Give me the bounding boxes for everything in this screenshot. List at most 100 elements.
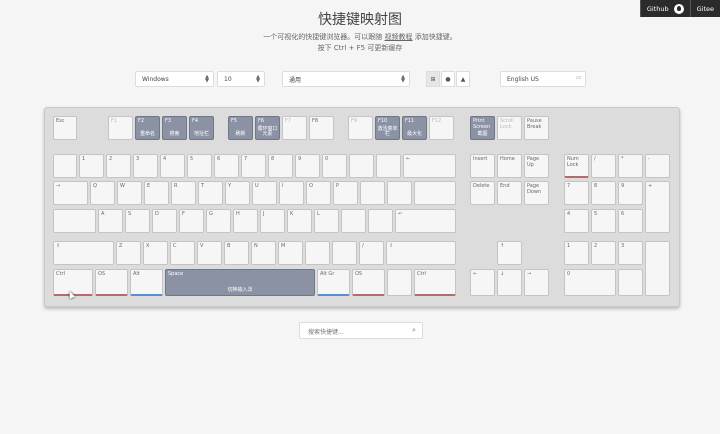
key[interactable]: Alt Gr [317, 269, 350, 296]
key[interactable]: N [251, 241, 276, 265]
linux-icon[interactable]: ▲ [456, 71, 470, 87]
key[interactable]: E [144, 181, 169, 205]
key[interactable]: ↵ [395, 209, 456, 233]
windows-icon[interactable]: ⊞ [426, 71, 440, 87]
key[interactable]: S [125, 209, 150, 233]
key[interactable]: 4 [160, 154, 185, 178]
key[interactable]: T [198, 181, 223, 205]
key[interactable]: 7 [241, 154, 266, 178]
key[interactable]: Z [116, 241, 141, 265]
key[interactable]: 3 [133, 154, 158, 178]
key[interactable]: ↑ [497, 241, 522, 265]
key[interactable]: OS [95, 269, 128, 296]
key[interactable]: 9 [295, 154, 320, 178]
key[interactable]: V [197, 241, 222, 265]
key[interactable]: → [53, 181, 88, 205]
key[interactable]: F3 搜索 [162, 116, 187, 140]
key[interactable] [387, 269, 412, 296]
key[interactable]: 7 [564, 181, 589, 205]
key[interactable]: A [98, 209, 123, 233]
key[interactable]: Pause Break [524, 116, 549, 140]
key[interactable]: F11 最大化 [402, 116, 427, 140]
key[interactable] [618, 269, 643, 296]
apple-icon[interactable]: ● [441, 71, 455, 87]
key[interactable]: Y [225, 181, 250, 205]
key[interactable]: H [233, 209, 258, 233]
key[interactable]: Home [497, 154, 522, 178]
key[interactable]: F12 [429, 116, 454, 140]
key[interactable]: Num Lock [564, 154, 589, 178]
key[interactable]: F6 循环窗口元素 [255, 116, 280, 140]
key[interactable]: End [497, 181, 522, 205]
key[interactable]: / [359, 241, 384, 265]
key[interactable] [360, 181, 385, 205]
key[interactable]: B [224, 241, 249, 265]
key[interactable]: G [206, 209, 231, 233]
key[interactable]: * [618, 154, 643, 178]
key[interactable]: W [117, 181, 142, 205]
key[interactable]: 5 [591, 209, 616, 233]
search-input[interactable]: 搜索快捷键... ⌕ [299, 322, 423, 339]
key[interactable]: 6 [214, 154, 239, 178]
key[interactable]: Space 切换输入法 [165, 269, 315, 296]
key[interactable]: Q [90, 181, 115, 205]
key[interactable] [414, 181, 456, 205]
key[interactable]: X [143, 241, 168, 265]
key[interactable]: D [152, 209, 177, 233]
key[interactable]: K [287, 209, 312, 233]
key[interactable]: OS [352, 269, 385, 296]
key[interactable]: Print Screen 截图 [470, 116, 495, 140]
key[interactable]: 2 [106, 154, 131, 178]
key[interactable]: C [170, 241, 195, 265]
key[interactable]: F5 刷新 [228, 116, 253, 140]
key[interactable]: Insert [470, 154, 495, 178]
key[interactable]: F2 重命名 [135, 116, 160, 140]
key[interactable]: F [179, 209, 204, 233]
key[interactable] [53, 209, 96, 233]
key[interactable]: → [524, 269, 549, 296]
key[interactable]: F10 激活菜单栏 [375, 116, 400, 140]
keyboard-layout-select[interactable]: English US ▭ [500, 71, 586, 87]
key[interactable]: + [645, 181, 670, 233]
version-select[interactable]: 10 ▲ ▼ [217, 71, 265, 87]
key[interactable]: I [279, 181, 304, 205]
key[interactable] [645, 241, 670, 296]
key[interactable]: Scroll Lock [497, 116, 522, 140]
key[interactable] [387, 181, 412, 205]
key[interactable]: F7 [282, 116, 307, 140]
key[interactable]: 1 [564, 241, 589, 265]
key[interactable]: 4 [564, 209, 589, 233]
tutorial-link[interactable]: 视频教程 [385, 33, 413, 41]
key[interactable]: F4 地址栏 [189, 116, 214, 140]
key[interactable]: ↓ [497, 269, 522, 296]
key[interactable]: U [252, 181, 277, 205]
key[interactable]: - [645, 154, 670, 178]
key[interactable]: 8 [268, 154, 293, 178]
key[interactable]: 1 [79, 154, 104, 178]
os-select[interactable]: Windows ▲ ▼ [135, 71, 214, 87]
key[interactable] [341, 209, 366, 233]
key[interactable]: 5 [187, 154, 212, 178]
key[interactable]: 2 [591, 241, 616, 265]
key[interactable]: 8 [591, 181, 616, 205]
key[interactable]: F9 [348, 116, 373, 140]
key[interactable] [349, 154, 374, 178]
key[interactable]: P [333, 181, 358, 205]
key[interactable]: 3 [618, 241, 643, 265]
key[interactable]: ⇧ [53, 241, 114, 265]
key[interactable]: 6 [618, 209, 643, 233]
key[interactable] [332, 241, 357, 265]
key[interactable]: Alt [130, 269, 163, 296]
key[interactable]: Esc [53, 116, 77, 140]
key[interactable]: 9 [618, 181, 643, 205]
key[interactable]: ⇧ [386, 241, 456, 265]
key[interactable]: L [314, 209, 339, 233]
key[interactable] [376, 154, 401, 178]
key[interactable]: / [591, 154, 616, 178]
key[interactable] [305, 241, 330, 265]
key[interactable]: M [278, 241, 303, 265]
key[interactable]: F1 [108, 116, 133, 140]
key[interactable]: Page Up [524, 154, 549, 178]
key[interactable]: J [260, 209, 285, 233]
key[interactable]: O [306, 181, 331, 205]
